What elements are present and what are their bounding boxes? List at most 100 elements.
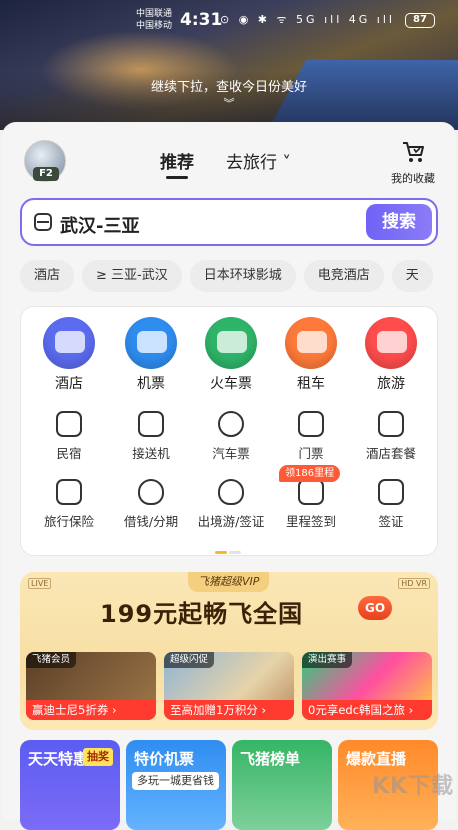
service-grid: 酒店 机票 火车票 租车 旅游 民宿 接送机 汽车票 门票 酒店套餐 旅行保险 … [20, 306, 438, 556]
search-input[interactable]: 武汉-三亚 [60, 212, 139, 238]
tab-travel[interactable]: 去旅行 ˅ [226, 148, 291, 173]
promo-badge: 抽奖 [83, 748, 113, 766]
cart-icon [403, 142, 424, 162]
service-hotel[interactable]: 酒店 [27, 317, 111, 393]
service-label: 民宿 [56, 446, 82, 461]
hero-banner: 中国联通 中国移动 4:31 ⊙ ◉ ✱ ᯤ 5G ıll 4G ıll 87 … [0, 0, 458, 130]
house-icon [56, 411, 82, 437]
service-label: 租车 [297, 376, 325, 392]
car-icon [285, 317, 337, 369]
favorites-label: 我的收藏 [391, 172, 435, 185]
main-sheet: F2 推荐 去旅行 ˅ 我的收藏 武汉-三亚 搜索 酒店 ≥ 三亚-武汉 日本环球影… [2, 122, 458, 830]
service-outbound-visa[interactable]: 出境游/签证 [189, 479, 273, 530]
service-miles-checkin[interactable]: 里程签到 [269, 479, 353, 530]
vip-card-flash-sale[interactable]: 超级闪促 至高加赠1万积分 › [164, 652, 294, 720]
carrier-labels: 中国联通 中国移动 [136, 8, 172, 32]
chip-more[interactable]: 天 [391, 260, 433, 292]
promo-title: 爆款直播 [346, 750, 407, 768]
service-train[interactable]: 火车票 [189, 317, 273, 393]
vip-banner[interactable]: LIVE HD VR 飞猪超级VIP 199元起畅飞全国 GO 飞猪会员 赢迪士… [20, 572, 438, 730]
insurance-icon [56, 479, 82, 505]
service-visa[interactable]: 签证 [349, 479, 433, 530]
promo-rankings[interactable]: 飞猪榜单 [232, 740, 332, 830]
main-services-row: 酒店 机票 火车票 租车 旅游 [21, 317, 439, 393]
miles-reward-tag: 领186里程 [279, 465, 341, 482]
vip-card-offer: 赢迪士尼5折券 › [26, 700, 156, 720]
service-flight[interactable]: 机票 [109, 317, 193, 393]
vip-card-tag: 演出赛事 [302, 652, 353, 668]
hd-tag: HD VR [398, 578, 430, 589]
vip-badge: 飞猪超级VIP [188, 572, 270, 592]
carrier-1: 中国联通 [136, 9, 173, 19]
promo-title: 天天特惠 [28, 750, 89, 768]
search-bar[interactable]: 武汉-三亚 搜索 [20, 198, 438, 246]
carrier-2: 中国移动 [136, 21, 173, 31]
vip-card-events[interactable]: 演出赛事 0元享edc韩国之旅 › [302, 652, 432, 720]
service-label: 机票 [137, 376, 165, 392]
money-bag-icon [138, 479, 164, 505]
search-button[interactable]: 搜索 [366, 204, 432, 240]
service-insurance[interactable]: 旅行保险 [27, 479, 111, 530]
plane-icon [125, 317, 177, 369]
service-label: 酒店 [55, 376, 83, 392]
battery-icon: 87 [405, 13, 435, 28]
service-label: 里程签到 [285, 514, 336, 529]
service-label: 酒店套餐 [365, 446, 416, 461]
page-dot [229, 551, 241, 554]
quick-chips: 酒店 ≥ 三亚-武汉 日本环球影城 电竞酒店天 [20, 260, 458, 292]
chip-universal-japan[interactable]: 日本环球影城 [189, 260, 296, 292]
vip-card-member[interactable]: 飞猪会员 赢迪士尼5折券 › [26, 652, 156, 720]
bus-icon [218, 411, 244, 437]
vip-card-offer: 至高加赠1万积分 › [164, 700, 294, 720]
avatar[interactable]: F2 [24, 140, 66, 182]
service-loan[interactable]: 借钱/分期 [109, 479, 193, 530]
vip-card-offer: 0元享edc韩国之旅 › [302, 700, 432, 720]
service-hotel-package[interactable]: 酒店套餐 [349, 411, 433, 462]
promo-title: 特价机票 [134, 750, 195, 768]
status-bar: 中国联通 中国移动 4:31 ⊙ ◉ ✱ ᯤ 5G ıll 4G ıll 87 [0, 6, 458, 34]
chip-esports-hotel[interactable]: 电竞酒店 [303, 260, 384, 292]
palm-tree-icon [365, 317, 417, 369]
service-tour[interactable]: 旅游 [349, 317, 433, 393]
hotel-icon [43, 317, 95, 369]
service-label: 汽车票 [212, 446, 250, 461]
tab-recommend[interactable]: 推荐 [160, 148, 194, 173]
service-car-rental[interactable]: 租车 [269, 317, 353, 393]
service-tickets[interactable]: 门票 [269, 411, 353, 462]
service-bus[interactable]: 汽车票 [189, 411, 273, 462]
status-icons: ⊙ ◉ ✱ ᯤ 5G ıll 4G ıll [220, 13, 395, 26]
service-label: 火车票 [210, 376, 252, 392]
vip-card-tag: 飞猪会员 [26, 652, 77, 668]
vip-card-tag: 超级闪促 [164, 652, 215, 668]
money-bag-icon [218, 479, 244, 505]
service-airport-transfer[interactable]: 接送机 [109, 411, 193, 462]
service-label: 旅行保险 [43, 514, 94, 529]
ticket-icon [378, 411, 404, 437]
pull-down-hint[interactable]: 继续下拉，查收今日份美好 [0, 76, 458, 95]
train-icon [205, 317, 257, 369]
avatar-level-badge: F2 [33, 167, 59, 181]
page-dot-active [215, 551, 227, 554]
favorites-button[interactable]: 我的收藏 [386, 140, 440, 186]
service-label: 门票 [298, 446, 324, 461]
promo-cheap-flights[interactable]: 特价机票 多玩一城更省钱 [126, 740, 226, 830]
promo-subtitle: 多玩一城更省钱 [132, 772, 219, 790]
scan-icon[interactable] [34, 213, 52, 231]
service-label: 出境游/签证 [197, 514, 265, 529]
status-time: 4:31 [180, 10, 223, 30]
promo-title: 飞猪榜单 [240, 750, 301, 768]
go-button[interactable]: GO [358, 596, 392, 620]
promo-daily-deals[interactable]: 天天特惠 抽奖 [20, 740, 120, 830]
watermark: KK下载 [372, 774, 455, 799]
vip-headline: 199元起畅飞全国 [100, 600, 304, 628]
plane-outline-icon [138, 411, 164, 437]
live-tag: LIVE [28, 578, 52, 589]
service-label: 接送机 [132, 446, 170, 461]
service-homestay[interactable]: 民宿 [27, 411, 111, 462]
chevron-down-icon: ︾ [223, 97, 235, 110]
passport-icon [378, 479, 404, 505]
chip-hotel[interactable]: 酒店 [20, 260, 75, 292]
tab-active-indicator [166, 176, 188, 179]
chip-flight-history[interactable]: ≥ 三亚-武汉 [82, 260, 182, 292]
page-indicator [215, 539, 243, 558]
